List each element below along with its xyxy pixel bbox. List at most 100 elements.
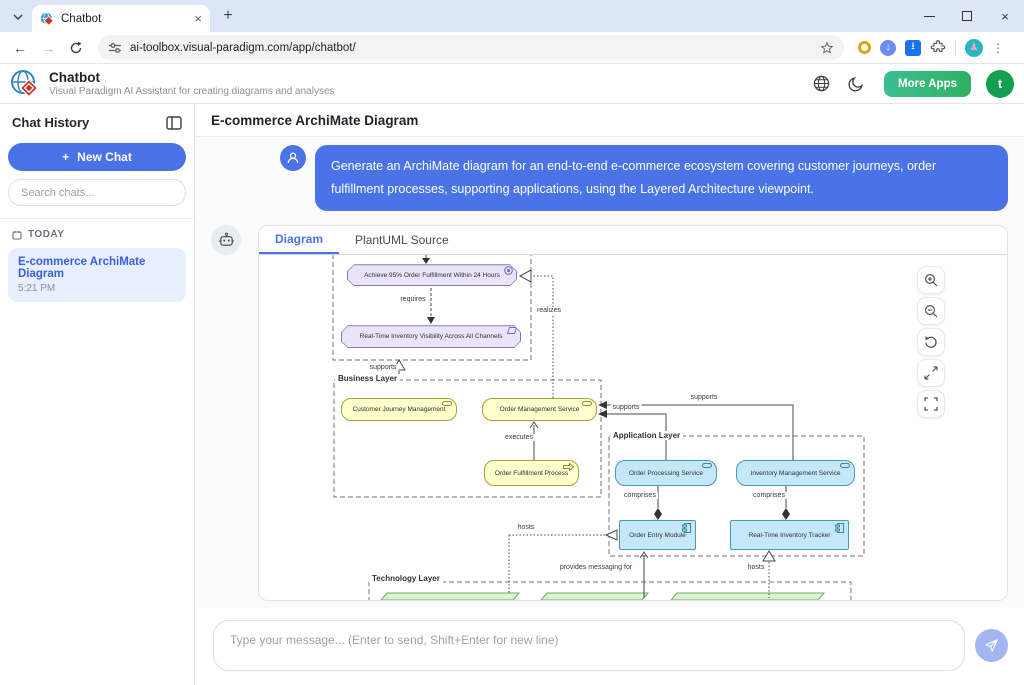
browser-tab-chatbot[interactable]: Chatbot × <box>32 5 210 32</box>
minimize-icon <box>924 16 935 17</box>
extension-ring-icon[interactable] <box>858 41 871 54</box>
fullscreen-button[interactable] <box>917 390 945 418</box>
tab-title: Chatbot <box>61 13 187 25</box>
new-chat-button[interactable]: + New Chat <box>8 143 186 171</box>
app-subtitle: Visual Paradigm AI Assistant for creatin… <box>49 86 799 97</box>
customer-journey-management-node[interactable]: Customer Journey Management <box>341 398 457 421</box>
edge-label-hosts: hosts <box>746 564 767 571</box>
bookmark-star-icon[interactable] <box>820 41 834 55</box>
order-management-service-node[interactable]: Order Management Service <box>482 398 597 421</box>
app-title: Chatbot <box>49 70 799 85</box>
oms-label: Order Management Service <box>500 406 580 413</box>
edge-label-supports: supports <box>689 394 720 401</box>
window-close-button[interactable]: × <box>986 0 1024 32</box>
today-section-label: TODAY <box>28 229 64 240</box>
page-title: E-commerce ArchiMate Diagram <box>211 113 418 128</box>
message-input[interactable] <box>213 620 965 671</box>
chat-item-title: E-commerce ArchiMate Diagram <box>18 256 176 280</box>
forward-button[interactable]: → <box>36 36 60 60</box>
fullscreen-icon <box>924 397 938 411</box>
ims-label: Inventory Management Service <box>751 470 841 477</box>
send-plane-icon <box>984 638 999 653</box>
real-time-inventory-tracker-node[interactable]: Real-Time Inventory Tracker <box>730 520 849 550</box>
fit-screen-icon <box>924 366 938 380</box>
business-service-icon <box>582 401 592 406</box>
send-button[interactable] <box>975 629 1008 662</box>
goal-icon <box>504 266 513 275</box>
order-processing-service-node[interactable]: Order Processing Service <box>615 460 717 486</box>
chat-history-item[interactable]: E-commerce ArchiMate Diagram 5:21 PM <box>8 248 186 302</box>
app-header: Chatbot Visual Paradigm AI Assistant for… <box>0 64 1024 104</box>
outcome-icon <box>507 327 517 334</box>
fit-to-screen-button[interactable] <box>917 359 945 387</box>
window-maximize-button[interactable] <box>948 0 986 32</box>
new-tab-button[interactable]: + <box>216 4 240 28</box>
ofp-label: Order Fulfillment Process <box>495 470 568 477</box>
business-process-icon <box>563 463 574 471</box>
zoom-in-icon <box>924 273 938 287</box>
archimate-diagram-canvas[interactable]: Business Layer Application Layer Technol… <box>259 255 1007 600</box>
order-fulfillment-process-node[interactable]: Order Fulfillment Process <box>484 460 579 486</box>
profile-avatar[interactable]: ♟ <box>965 39 983 57</box>
tab-plantuml-source[interactable]: PlantUML Source <box>339 226 465 254</box>
tab-diagram[interactable]: Diagram <box>259 226 339 254</box>
collapse-sidebar-icon[interactable] <box>166 116 182 130</box>
more-apps-button[interactable]: More Apps <box>884 71 971 97</box>
application-service-icon <box>702 463 712 468</box>
language-globe-button[interactable] <box>808 71 834 97</box>
robot-icon <box>218 232 235 249</box>
reload-icon <box>69 41 83 55</box>
chevron-down-icon <box>13 14 23 20</box>
browser-menu-button[interactable]: ⋮ <box>992 46 1002 50</box>
window-minimize-button[interactable] <box>910 0 948 32</box>
zoom-out-icon <box>924 304 938 318</box>
goal-node[interactable]: Achieve 95% Order Fulfillment Within 24 … <box>347 264 517 286</box>
tab-close-icon[interactable]: × <box>194 12 202 25</box>
zoom-out-button[interactable] <box>917 297 945 325</box>
business-service-icon <box>442 401 452 406</box>
reload-button[interactable] <box>64 36 88 60</box>
user-message-bubble: Generate an ArchiMate diagram for an end… <box>315 145 1008 211</box>
moon-icon <box>848 76 864 92</box>
goal-node-label: Achieve 95% Order Fulfillment Within 24 … <box>347 264 517 286</box>
result-tabs: Diagram PlantUML Source <box>259 226 1007 255</box>
application-component-icon <box>682 523 691 533</box>
technology-layer-label: Technology Layer <box>369 574 443 583</box>
url-bar[interactable]: ai-toolbox.visual-paradigm.com/app/chatb… <box>98 35 844 60</box>
application-service-icon <box>840 463 850 468</box>
extension-download-circle-icon[interactable]: ↓ <box>880 40 896 56</box>
reset-icon <box>924 335 938 349</box>
edge-label-supports: supports <box>611 404 642 411</box>
user-message-avatar <box>280 145 306 171</box>
zoom-in-button[interactable] <box>917 266 945 294</box>
browser-tabstrip: Chatbot × + × <box>0 0 1024 32</box>
edge-label-requires: requires <box>398 296 427 303</box>
application-layer-label: Application Layer <box>610 431 683 440</box>
search-chats-input[interactable] <box>8 179 186 206</box>
tab-search-button[interactable] <box>8 7 28 27</box>
url-text[interactable]: ai-toolbox.visual-paradigm.com/app/chatb… <box>130 42 812 54</box>
user-account-avatar[interactable]: t <box>986 70 1014 98</box>
ops-label: Order Processing Service <box>629 470 703 477</box>
rtit-label: Real-Time Inventory Tracker <box>749 532 831 539</box>
business-layer-label: Business Layer <box>335 374 400 383</box>
message-input-bar <box>195 608 1024 685</box>
edge-label-hosts: hosts <box>516 524 537 531</box>
outcome-node[interactable]: Real-Time Inventory Visibility Across Al… <box>341 325 521 348</box>
calendar-icon <box>12 230 22 240</box>
edge-label-comprises: comprises <box>751 492 787 499</box>
application-component-icon <box>835 523 844 533</box>
extension-download-square-icon[interactable]: ⭳ <box>905 40 921 56</box>
order-entry-module-node[interactable]: Order Entry Module <box>619 520 696 550</box>
plus-icon: + <box>62 150 69 164</box>
dark-mode-toggle[interactable] <box>843 71 869 97</box>
extensions-puzzle-icon[interactable] <box>930 40 946 56</box>
inventory-management-service-node[interactable]: Inventory Management Service <box>736 460 855 486</box>
edge-label-comprises: comprises <box>622 492 658 499</box>
edge-label-supports: supports <box>368 364 399 371</box>
reset-view-button[interactable] <box>917 328 945 356</box>
back-button[interactable]: ← <box>8 36 32 60</box>
maximize-icon <box>962 11 972 21</box>
assistant-avatar <box>211 225 241 255</box>
outcome-node-label: Real-Time Inventory Visibility Across Al… <box>341 325 521 348</box>
